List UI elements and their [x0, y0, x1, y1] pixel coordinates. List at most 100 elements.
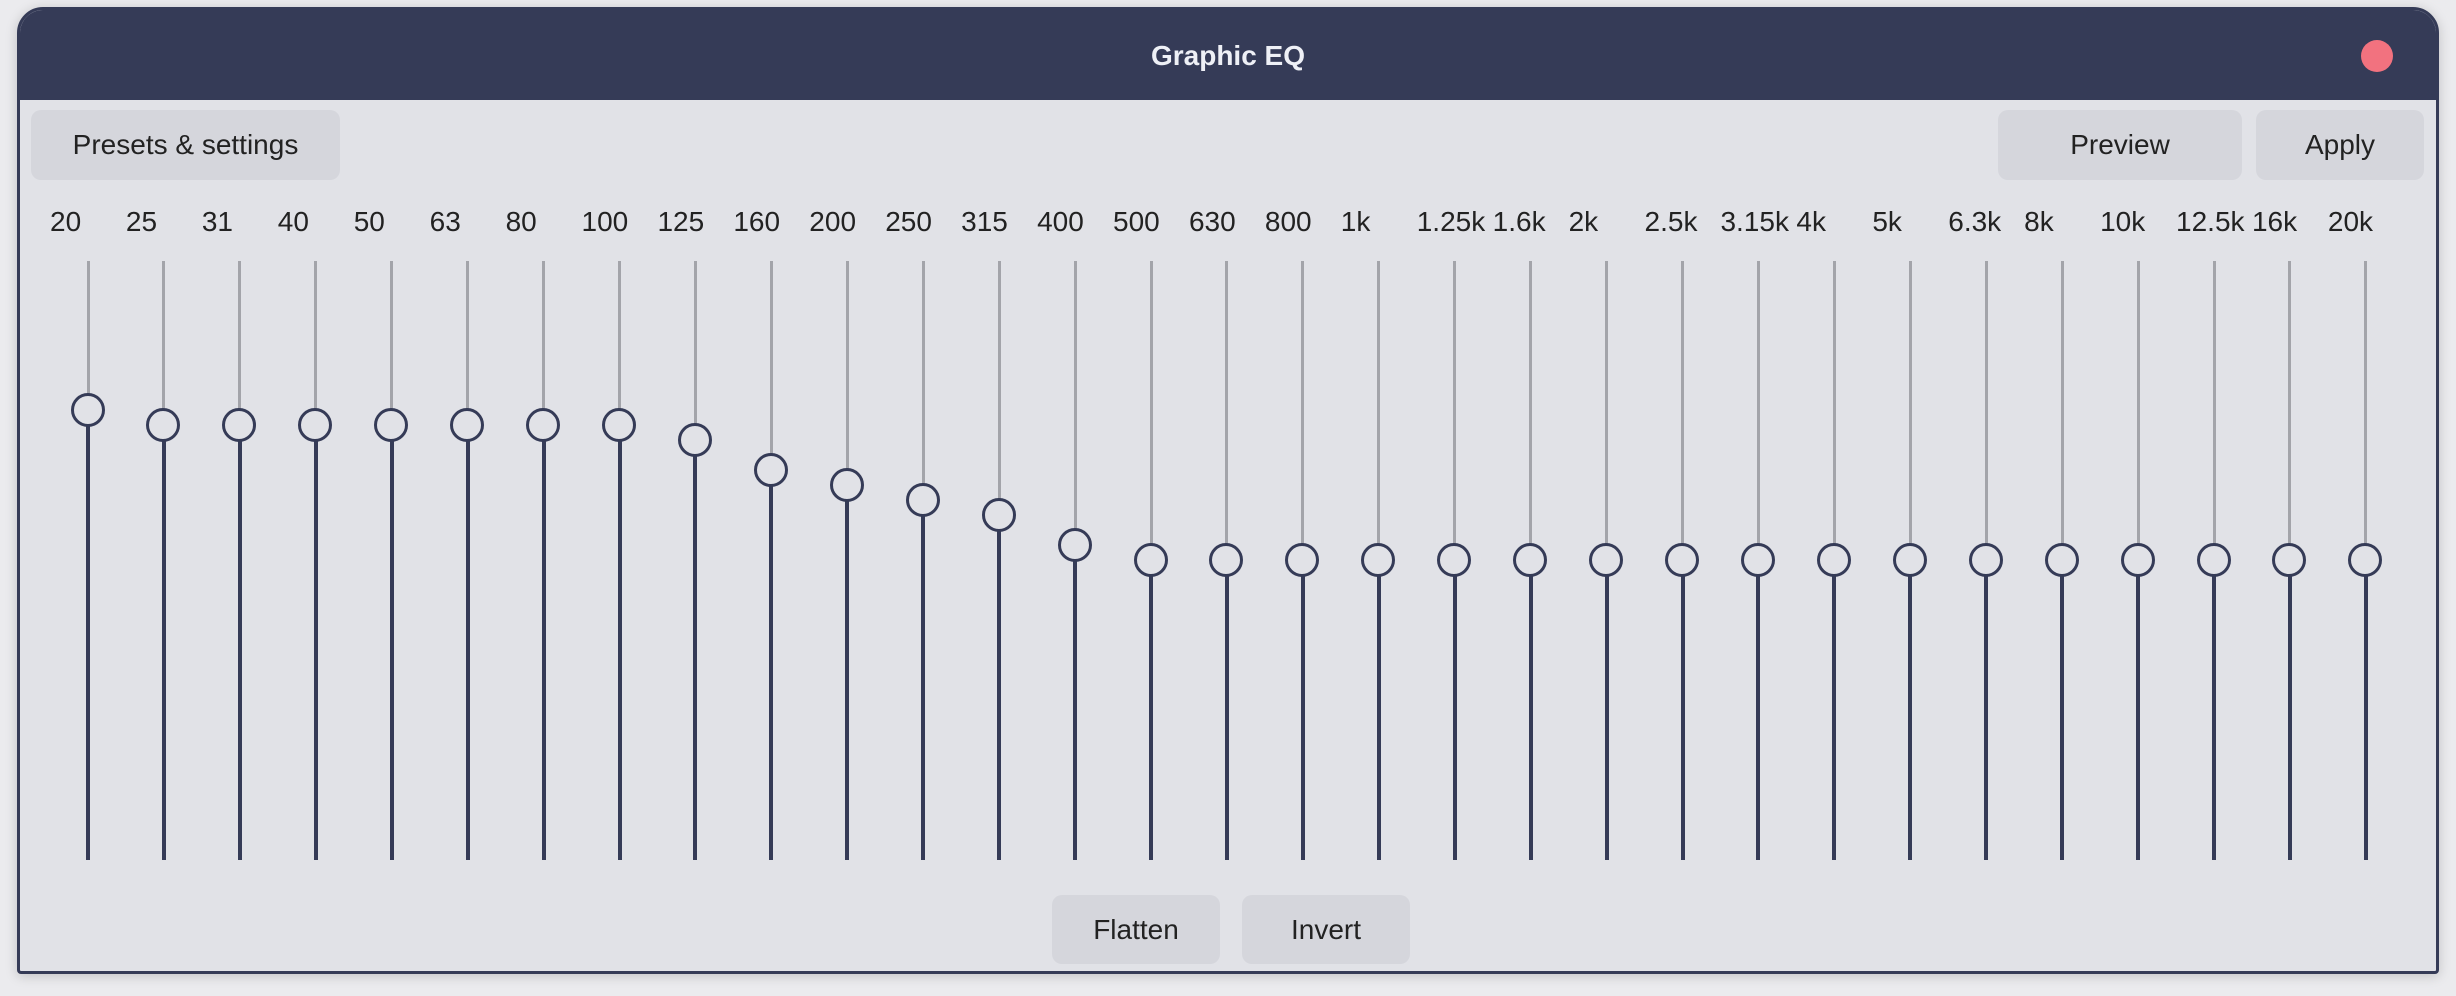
slider-fill[interactable]	[997, 515, 1002, 860]
slider-track[interactable]	[769, 261, 773, 471]
slider-fill[interactable]	[389, 425, 394, 860]
slider-track[interactable]	[2136, 261, 2140, 561]
slider-track[interactable]	[86, 261, 90, 411]
slider-track[interactable]	[1908, 261, 1912, 561]
slider-track[interactable]	[1529, 261, 1533, 561]
slider-track[interactable]	[1832, 261, 1836, 561]
slider-track[interactable]	[1453, 261, 1457, 561]
preview-button[interactable]: Preview	[1998, 110, 2242, 180]
close-icon[interactable]	[2361, 40, 2393, 72]
slider-thumb[interactable]	[602, 408, 636, 443]
slider-fill[interactable]	[465, 425, 470, 860]
slider-track[interactable]	[390, 261, 394, 426]
invert-button[interactable]: Invert	[1242, 895, 1410, 964]
slider-thumb[interactable]	[1589, 543, 1624, 577]
slider-track[interactable]	[238, 261, 242, 426]
slider-track[interactable]	[921, 261, 925, 501]
slider-fill[interactable]	[769, 470, 774, 860]
slider-thumb[interactable]	[753, 453, 788, 488]
slider-thumb[interactable]	[1285, 543, 1320, 577]
slider-track[interactable]	[2364, 261, 2368, 561]
slider-thumb[interactable]	[905, 483, 940, 518]
slider-track[interactable]	[2212, 261, 2216, 561]
slider-thumb[interactable]	[1892, 543, 1927, 577]
slider-track[interactable]	[1073, 261, 1077, 546]
slider-fill[interactable]	[313, 425, 318, 860]
slider-track[interactable]	[1377, 261, 1381, 561]
band-label: 4k	[1796, 206, 1826, 237]
slider-thumb[interactable]	[1133, 543, 1168, 577]
slider-track[interactable]	[693, 261, 697, 441]
slider-fill[interactable]	[2212, 560, 2217, 860]
slider-fill[interactable]	[2287, 560, 2292, 860]
slider-fill[interactable]	[1680, 560, 1685, 860]
slider-thumb[interactable]	[222, 408, 257, 443]
slider-thumb[interactable]	[2044, 543, 2079, 577]
slider-track[interactable]	[1681, 261, 1685, 561]
slider-thumb[interactable]	[829, 468, 864, 503]
slider-track[interactable]	[1756, 261, 1760, 561]
slider-track[interactable]	[845, 261, 849, 486]
slider-fill[interactable]	[1908, 560, 1913, 860]
slider-fill[interactable]	[161, 425, 166, 860]
slider-fill[interactable]	[693, 440, 698, 860]
slider-fill[interactable]	[237, 425, 242, 860]
slider-thumb[interactable]	[1437, 543, 1472, 577]
slider-track[interactable]	[1984, 261, 1988, 561]
slider-thumb[interactable]	[981, 498, 1016, 533]
apply-button[interactable]: Apply	[2256, 110, 2424, 180]
slider-thumb[interactable]	[374, 408, 409, 443]
slider-fill[interactable]	[1604, 560, 1609, 860]
slider-fill[interactable]	[1149, 560, 1154, 860]
slider-fill[interactable]	[1073, 545, 1078, 860]
slider-track[interactable]	[1301, 261, 1305, 561]
flatten-button[interactable]: Flatten	[1052, 895, 1220, 964]
slider-track[interactable]	[314, 261, 318, 426]
slider-fill[interactable]	[1756, 560, 1761, 860]
slider-fill[interactable]	[1528, 560, 1533, 860]
slider-fill[interactable]	[2363, 560, 2368, 860]
slider-thumb[interactable]	[1968, 543, 2003, 577]
slider-thumb[interactable]	[1361, 543, 1396, 577]
slider-thumb[interactable]	[1665, 543, 1700, 577]
slider-thumb[interactable]	[1209, 543, 1244, 577]
slider-fill[interactable]	[1452, 560, 1457, 860]
slider-track[interactable]	[542, 261, 546, 426]
slider-thumb[interactable]	[2272, 543, 2307, 577]
slider-thumb[interactable]	[1057, 528, 1092, 563]
slider-fill[interactable]	[921, 500, 926, 860]
slider-thumb[interactable]	[2120, 543, 2155, 577]
slider-fill[interactable]	[2060, 560, 2065, 860]
slider-track[interactable]	[1149, 261, 1153, 561]
slider-track[interactable]	[2288, 261, 2292, 561]
slider-thumb[interactable]	[1740, 543, 1775, 577]
slider-track[interactable]	[1225, 261, 1229, 561]
slider-thumb[interactable]	[70, 393, 105, 428]
slider-thumb[interactable]	[1816, 543, 1851, 577]
slider-thumb[interactable]	[146, 408, 181, 443]
slider-fill[interactable]	[617, 425, 622, 860]
slider-fill[interactable]	[541, 425, 546, 860]
slider-track[interactable]	[162, 261, 166, 426]
slider-fill[interactable]	[1300, 560, 1305, 860]
slider-thumb[interactable]	[1513, 543, 1548, 577]
slider-fill[interactable]	[1832, 560, 1837, 860]
slider-fill[interactable]	[845, 485, 850, 860]
slider-thumb[interactable]	[298, 408, 333, 443]
slider-fill[interactable]	[1224, 560, 1229, 860]
slider-fill[interactable]	[86, 410, 90, 860]
slider-fill[interactable]	[1984, 560, 1989, 860]
slider-thumb[interactable]	[2348, 543, 2383, 577]
slider-thumb[interactable]	[450, 408, 485, 443]
slider-fill[interactable]	[1376, 560, 1381, 860]
slider-thumb[interactable]	[677, 423, 712, 458]
slider-thumb[interactable]	[526, 408, 561, 443]
slider-track[interactable]	[466, 261, 470, 426]
slider-track[interactable]	[618, 261, 621, 426]
slider-track[interactable]	[2060, 261, 2064, 561]
slider-fill[interactable]	[2136, 560, 2141, 860]
slider-thumb[interactable]	[2196, 543, 2231, 577]
slider-track[interactable]	[1605, 261, 1609, 561]
slider-track[interactable]	[997, 261, 1001, 516]
presets-settings-button[interactable]: Presets & settings	[31, 110, 340, 180]
